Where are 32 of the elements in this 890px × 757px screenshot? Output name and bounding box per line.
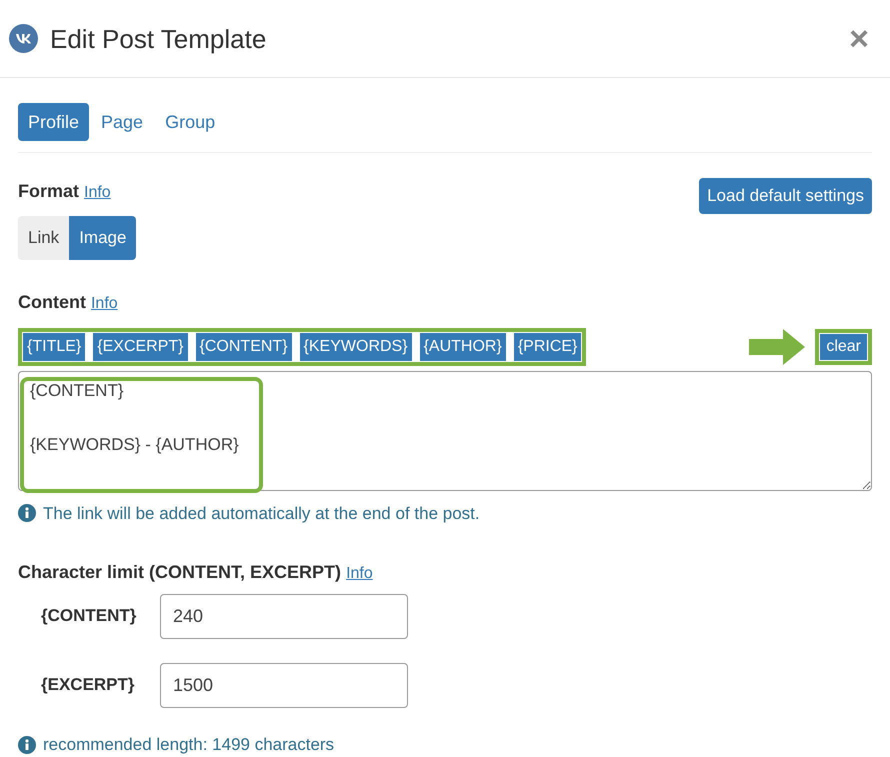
character-limit-label: Character limit (CONTENT, EXCERPT) [18, 561, 342, 584]
info-link[interactable]: Info [84, 181, 111, 205]
close-button[interactable]: × [849, 22, 881, 56]
tag-button[interactable]: {AUTHOR} [420, 332, 506, 360]
format-toggle[interactable]: Image [69, 216, 136, 260]
format-label: Format [18, 180, 80, 203]
arrow-icon [749, 328, 806, 364]
tag-button[interactable]: {EXCERPT} [93, 332, 188, 360]
window-title: Edit Post Template [50, 26, 266, 52]
tag-button[interactable]: {CONTENT} [196, 332, 292, 360]
info-icon [18, 736, 36, 754]
field-label: {EXCERPT} [40, 674, 136, 696]
info-link[interactable]: Info [90, 292, 118, 316]
tag-button[interactable]: {KEYWORDS} [300, 332, 412, 360]
load-default-button[interactable]: Load default settings [699, 178, 872, 214]
tag-button[interactable]: {TITLE} [23, 332, 86, 360]
field-label: {CONTENT} [40, 605, 138, 627]
clear-button[interactable]: clear [820, 334, 867, 360]
limit-field[interactable]: 1500 [160, 663, 408, 708]
limit-field[interactable]: 240 [160, 594, 408, 639]
help-text: The link will be added automatically at the end of the post. [43, 502, 480, 524]
logo-icon [9, 24, 38, 53]
tab[interactable]: Profile [18, 103, 90, 141]
tab[interactable]: Group [155, 103, 226, 141]
info-link[interactable]: Info [346, 562, 373, 586]
info-icon [18, 504, 36, 522]
help-text: recommended length: 1499 characters [43, 734, 334, 756]
format-toggle[interactable]: Link [18, 216, 70, 260]
content-field[interactable]: {CONTENT} {KEYWORDS} - {AUTHOR} [18, 370, 872, 490]
content-label: Content [18, 290, 86, 314]
tag-button[interactable]: {PRICE} [514, 332, 582, 360]
tab[interactable]: Page [91, 103, 154, 141]
